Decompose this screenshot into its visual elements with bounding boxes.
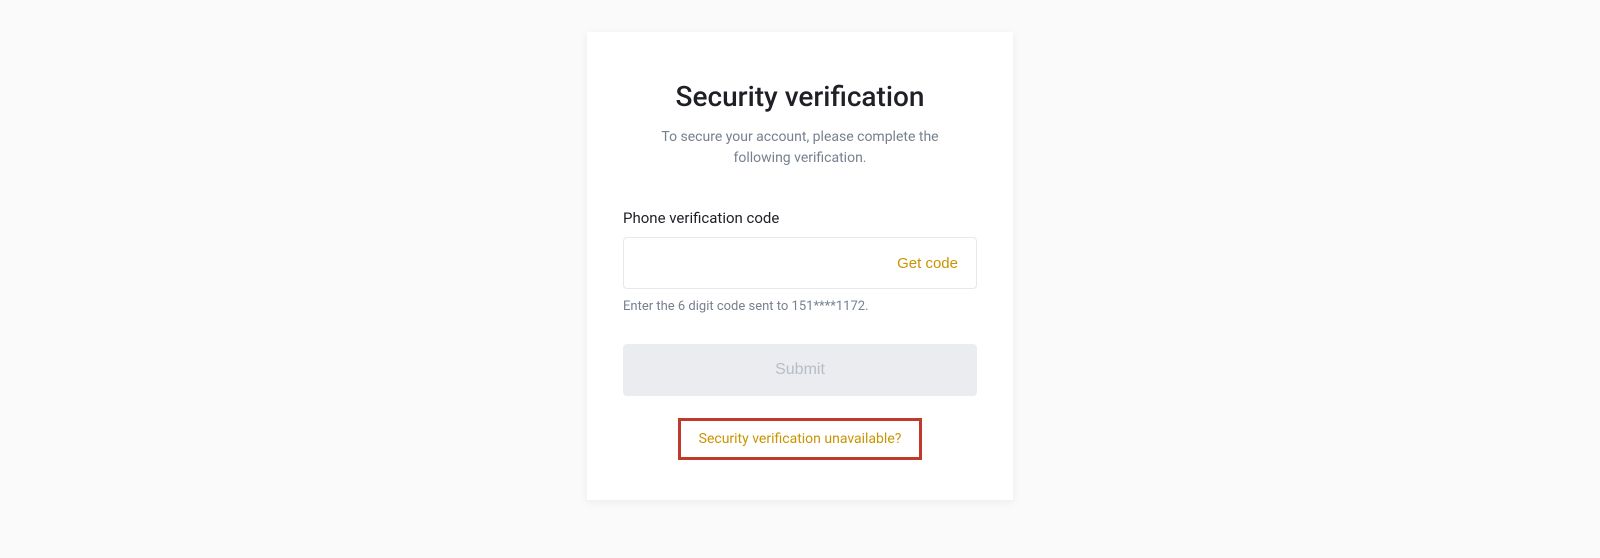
phone-code-input-wrapper: Get code	[623, 237, 977, 289]
page-subtitle: To secure your account, please complete …	[623, 127, 977, 169]
verification-card: Security verification To secure your acc…	[587, 32, 1013, 500]
phone-code-label: Phone verification code	[623, 209, 977, 227]
submit-button[interactable]: Submit	[623, 344, 977, 396]
unavailable-link-wrapper: Security verification unavailable?	[623, 418, 977, 460]
page-title: Security verification	[623, 80, 977, 113]
security-unavailable-link[interactable]: Security verification unavailable?	[678, 418, 923, 460]
get-code-button[interactable]: Get code	[879, 238, 976, 288]
phone-code-input[interactable]	[624, 238, 879, 288]
phone-code-hint: Enter the 6 digit code sent to 151****11…	[623, 299, 977, 314]
